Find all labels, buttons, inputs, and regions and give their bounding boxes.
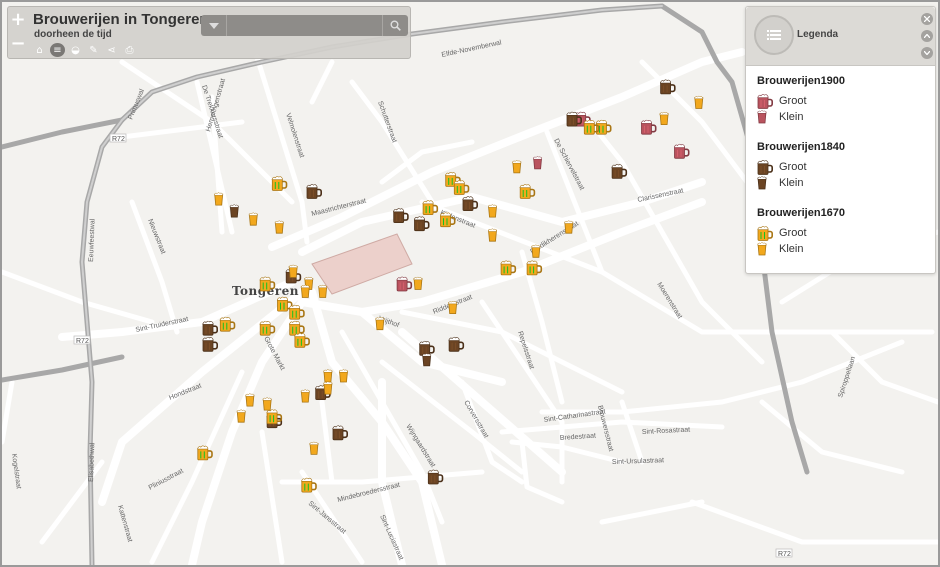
legend-item: Klein bbox=[757, 241, 935, 257]
legend-body: Brouwerijen1900 Groot Klein Brouwerijen1… bbox=[746, 66, 935, 257]
beer-glass-icon[interactable] bbox=[300, 284, 310, 298]
legend-header: Legenda bbox=[746, 7, 935, 66]
beer-glass-icon[interactable] bbox=[659, 111, 669, 125]
map-frame: R72 R72 R72 Tongeren Elfde-Novemberwal P… bbox=[0, 0, 940, 567]
beer-glass-icon[interactable] bbox=[339, 369, 348, 383]
svg-text:R72: R72 bbox=[76, 338, 89, 345]
chevron-down-icon bbox=[208, 22, 219, 29]
beer-glass-icon[interactable] bbox=[274, 220, 284, 234]
beer-glass-icon[interactable] bbox=[236, 409, 246, 423]
legend-group-title: Brouwerijen1670 bbox=[757, 207, 846, 219]
road-shield-r72-west: R72 bbox=[73, 335, 91, 345]
beer-glass-icon[interactable] bbox=[245, 393, 255, 407]
legend-item: Groot bbox=[757, 159, 935, 175]
chevron-up-icon bbox=[924, 34, 930, 38]
search-button[interactable] bbox=[382, 15, 408, 36]
beer-glass-icon[interactable] bbox=[318, 284, 328, 298]
beer-glass-icon[interactable] bbox=[309, 441, 319, 455]
beer-glass-icon[interactable] bbox=[564, 220, 574, 234]
draw-icon[interactable]: ✎ bbox=[86, 43, 101, 57]
road-shield-r72-north: R72 bbox=[109, 133, 127, 143]
legend-item-label: Groot bbox=[779, 227, 807, 239]
beer-glass-icon[interactable] bbox=[248, 212, 258, 226]
legend-item: Groot bbox=[757, 225, 935, 241]
beer-glass-icon[interactable] bbox=[262, 397, 272, 411]
legend-collapse-button[interactable] bbox=[921, 30, 933, 42]
beer-glass-icon bbox=[757, 175, 779, 191]
legend-group-1900: Brouwerijen1900 Groot Klein bbox=[757, 75, 935, 125]
legend-group-1840: Brouwerijen1840 Groot Klein bbox=[757, 141, 935, 191]
beer-glass-icon[interactable] bbox=[512, 160, 522, 174]
beer-glass-icon bbox=[757, 241, 779, 257]
legend-group-1670: Brouwerijen1670 Groot Klein bbox=[757, 207, 935, 257]
legend-item-label: Groot bbox=[779, 95, 807, 107]
layers-icon[interactable]: ◒ bbox=[68, 43, 83, 57]
legend-item-label: Klein bbox=[779, 243, 804, 255]
beer-glass-icon[interactable] bbox=[533, 156, 543, 170]
list-icon[interactable]: ≡ bbox=[50, 43, 65, 57]
legend-panel: Legenda Brouwerijen1900 Groot Klein Brou… bbox=[745, 6, 936, 274]
legend-item: Groot bbox=[757, 93, 935, 109]
svg-text:R72: R72 bbox=[778, 551, 791, 558]
beer-glass-icon[interactable] bbox=[531, 244, 541, 258]
beer-glass-icon[interactable] bbox=[375, 317, 385, 331]
zoom-control: + − bbox=[9, 10, 27, 58]
legend-expand-button[interactable] bbox=[921, 47, 933, 59]
beer-glass-icon bbox=[757, 109, 779, 125]
print-icon[interactable]: ⎙ bbox=[122, 43, 137, 57]
beer-mug-icon bbox=[757, 159, 779, 175]
legend-item-label: Klein bbox=[779, 111, 804, 123]
app-subtitle: doorheen de tijd bbox=[34, 29, 112, 40]
svg-text:R72: R72 bbox=[112, 136, 125, 143]
beer-mug-icon bbox=[757, 225, 779, 241]
legend-item-label: Klein bbox=[779, 177, 804, 189]
road-shield-r72-south: R72 bbox=[775, 548, 793, 558]
street-label: Elisabethwal bbox=[88, 442, 96, 482]
legend-item: Klein bbox=[757, 109, 935, 125]
beer-glass-icon[interactable] bbox=[229, 204, 239, 218]
beer-mug-icon bbox=[757, 93, 779, 109]
legend-close-button[interactable] bbox=[921, 13, 933, 25]
beer-glass-icon[interactable] bbox=[323, 381, 333, 395]
beer-glass-icon[interactable] bbox=[488, 228, 497, 242]
beer-glass-icon[interactable] bbox=[413, 276, 423, 290]
search-box bbox=[201, 15, 408, 36]
search-input[interactable] bbox=[227, 15, 382, 36]
search-source-dropdown[interactable] bbox=[201, 15, 227, 36]
app-title: Brouwerijen in Tongeren bbox=[33, 11, 209, 28]
beer-glass-icon[interactable] bbox=[323, 369, 333, 383]
home-icon[interactable]: ⌂ bbox=[32, 43, 47, 57]
share-icon[interactable]: ⋖ bbox=[104, 43, 119, 57]
zoom-in-button[interactable]: + bbox=[9, 10, 27, 30]
beer-glass-icon[interactable] bbox=[488, 204, 497, 218]
legend-group-title: Brouwerijen1840 bbox=[757, 141, 846, 153]
legend-item-label: Groot bbox=[779, 161, 807, 173]
header-panel: + − Brouwerijen in Tongeren doorheen de … bbox=[7, 6, 411, 59]
search-icon bbox=[390, 20, 401, 31]
legend-title: Legenda bbox=[797, 29, 839, 40]
beer-glass-icon[interactable] bbox=[214, 192, 224, 206]
zoom-out-button[interactable]: − bbox=[9, 34, 27, 54]
beer-glass-icon[interactable] bbox=[300, 389, 310, 403]
beer-glass-icon[interactable] bbox=[422, 353, 432, 367]
beer-glass-icon[interactable] bbox=[694, 95, 704, 109]
legend-toggle-button[interactable] bbox=[754, 15, 794, 55]
legend-item: Klein bbox=[757, 175, 935, 191]
chevron-down-icon bbox=[924, 51, 930, 55]
close-icon bbox=[924, 16, 930, 22]
beer-glass-icon[interactable] bbox=[288, 264, 298, 278]
beer-glass-icon[interactable] bbox=[448, 300, 458, 315]
toolbar: ⌂ ≡ ◒ ✎ ⋖ ⎙ bbox=[32, 43, 137, 57]
legend-group-title: Brouwerijen1900 bbox=[757, 75, 846, 87]
list-icon bbox=[767, 30, 781, 40]
